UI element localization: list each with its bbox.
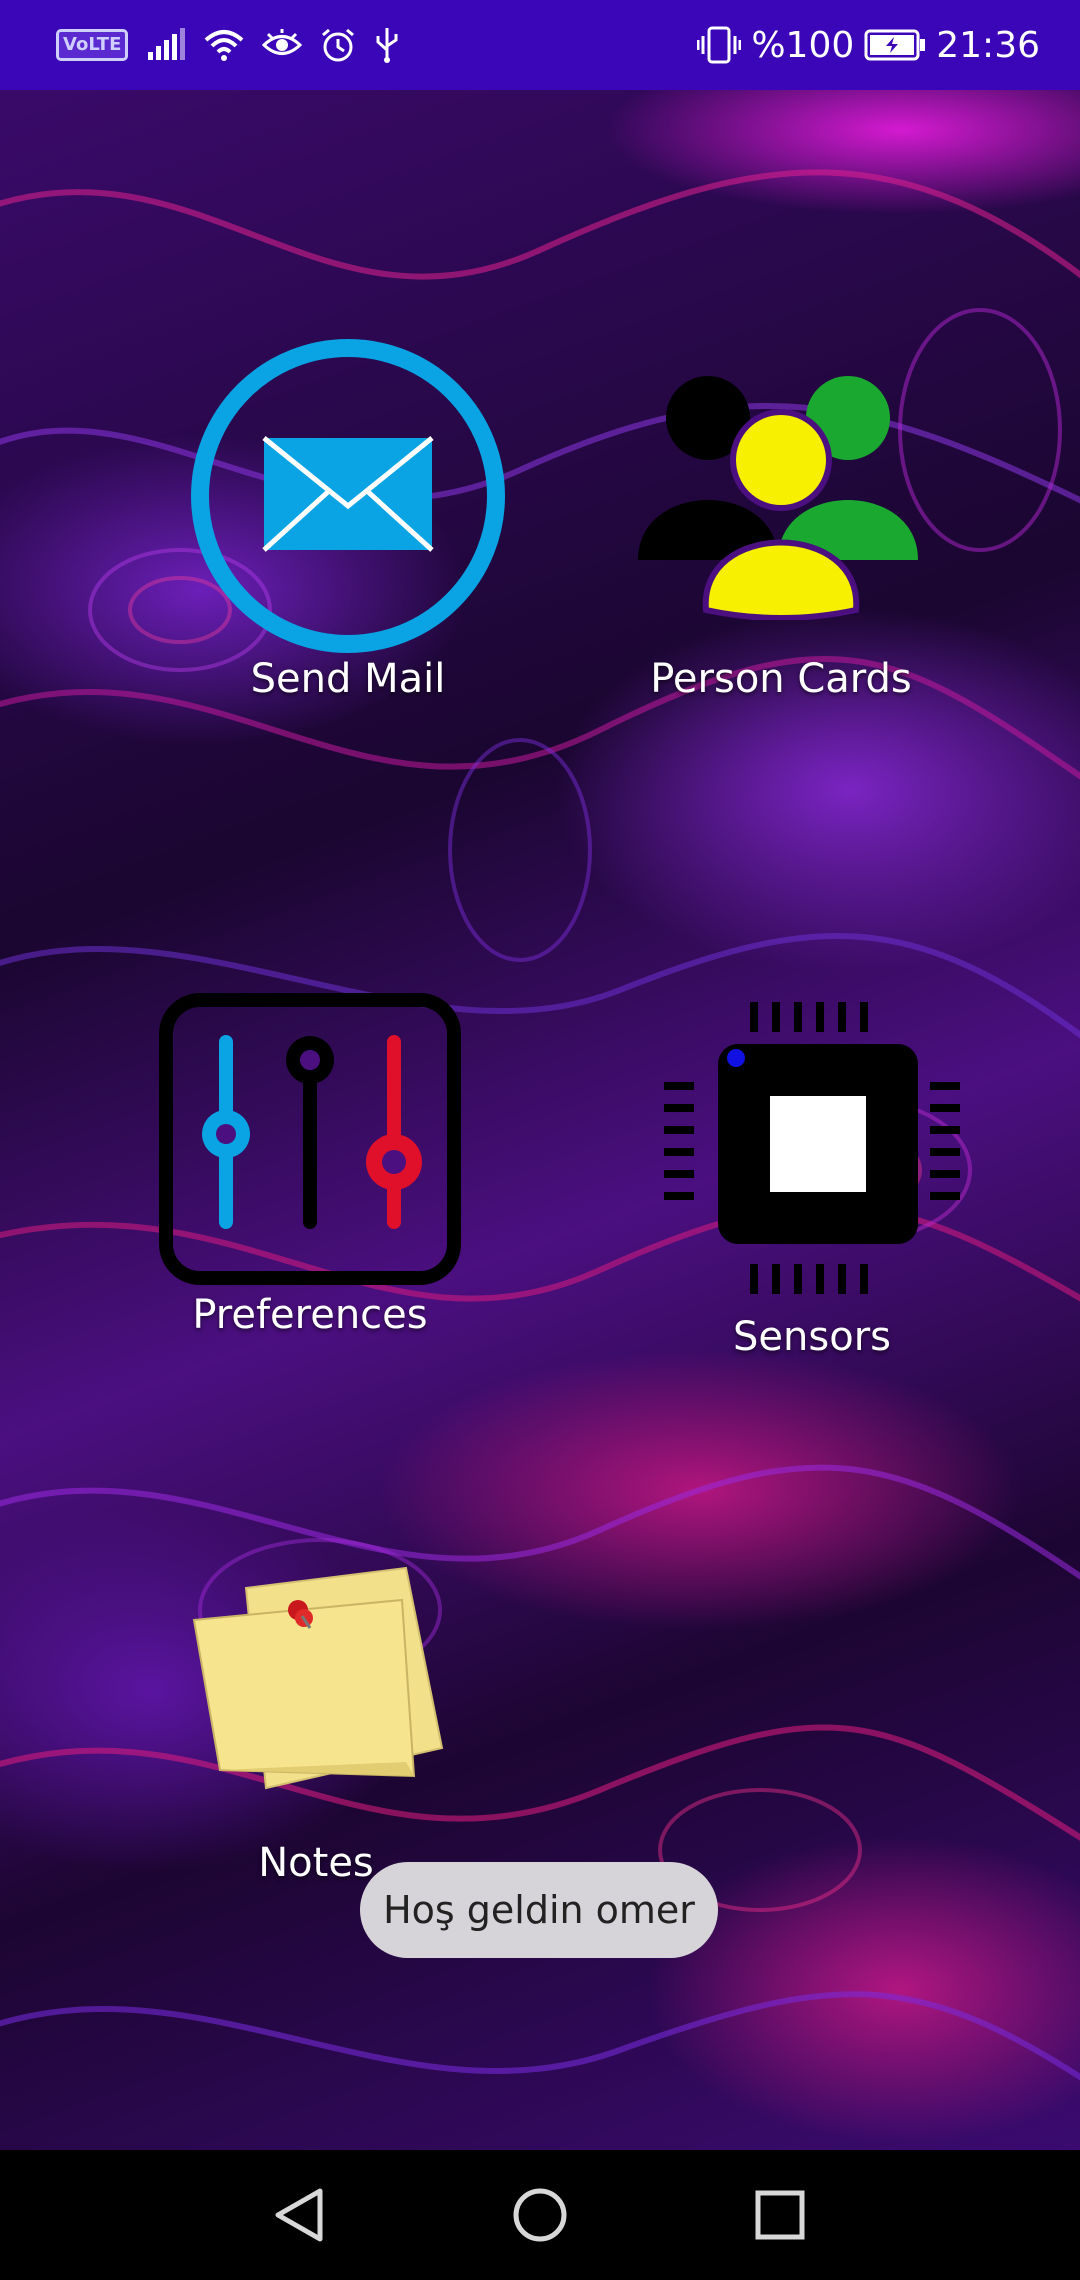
back-icon[interactable]: [270, 2185, 330, 2245]
app-person-cards[interactable]: Person Cards: [636, 370, 926, 710]
home-icon[interactable]: [510, 2185, 570, 2245]
recents-icon[interactable]: [750, 2185, 810, 2245]
nav-bar: [0, 2150, 1080, 2280]
status-bar: VoLTE %100 21:36: [0, 0, 1080, 90]
app-send-mail[interactable]: Send Mail: [190, 338, 506, 708]
usb-icon: [376, 28, 398, 63]
app-label: Notes: [258, 1840, 374, 1886]
signal-icon: [148, 28, 186, 60]
battery-icon: [864, 29, 926, 61]
vibrate-icon: [697, 26, 742, 64]
alarm-icon: [322, 28, 355, 62]
home-screen: VoLTE %100 21:36 Send Mail Person Cards …: [0, 0, 1080, 2280]
eye-icon: [262, 29, 303, 55]
mail-icon: [191, 339, 505, 653]
status-right: %100 21:36: [697, 18, 1040, 72]
sticky-notes-icon: [192, 1566, 444, 1790]
app-label: Send Mail: [250, 656, 446, 702]
people-icon: [638, 376, 918, 620]
battery-percent: %100: [751, 24, 855, 66]
clock: 21:36: [936, 24, 1040, 66]
chip-icon: [664, 1002, 960, 1294]
status-left-icons: VoLTE: [56, 18, 400, 72]
toast-message: Hoş geldin omer: [360, 1862, 718, 1958]
sliders-icon: [159, 993, 461, 1285]
volte-icon: VoLTE: [56, 29, 129, 61]
app-label: Preferences: [192, 1292, 428, 1338]
app-sensors[interactable]: Sensors: [660, 998, 964, 1368]
app-label: Sensors: [733, 1314, 891, 1360]
wifi-icon: [205, 30, 244, 61]
wallpaper: Send Mail Person Cards Preferences Senso…: [0, 90, 1080, 2150]
app-label: Person Cards: [650, 656, 912, 702]
app-preferences[interactable]: Preferences: [158, 992, 462, 1362]
